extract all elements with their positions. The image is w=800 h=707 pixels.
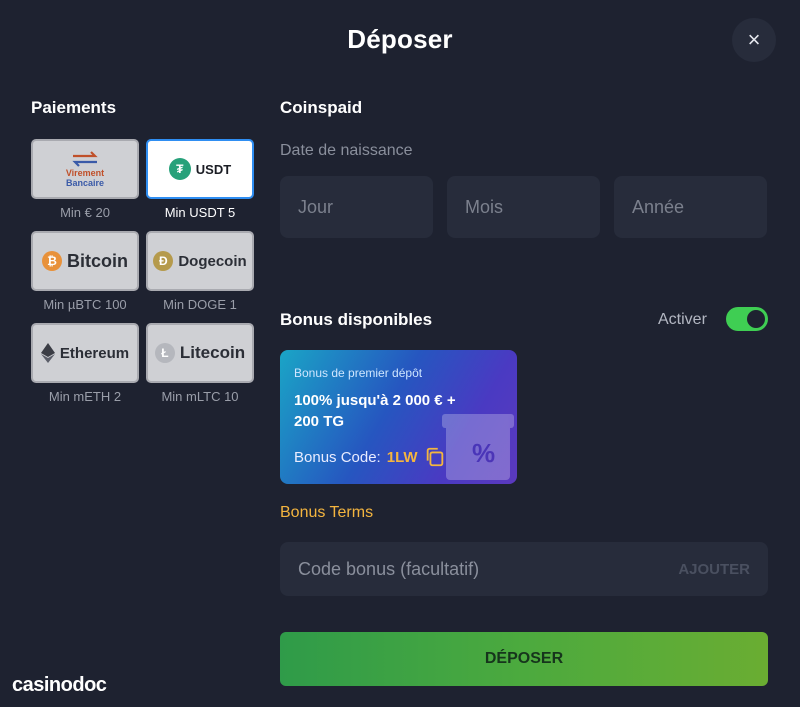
copy-icon[interactable] xyxy=(424,446,446,468)
transfer-arrows-icon xyxy=(72,151,98,167)
payment-tile-litecoin[interactable]: Ł Litecoin xyxy=(146,323,254,383)
payment-tile-usdt[interactable]: ₮ USDT xyxy=(146,139,254,199)
virement-label-bottom: Bancaire xyxy=(65,178,104,188)
deposit-button[interactable]: DÉPOSER xyxy=(280,632,768,686)
payment-min-litecoin: Min mLTC 10 xyxy=(161,389,239,404)
tether-icon: ₮ xyxy=(168,158,191,180)
bonus-code-placeholder: Code bonus (facultatif) xyxy=(298,559,480,579)
payments-title: Paiements xyxy=(31,98,117,117)
dob-day-field[interactable]: Jour xyxy=(280,176,433,238)
bonus-code-row: Bonus Code: 1LW xyxy=(294,446,446,468)
payment-min-virement: Min € 20 xyxy=(60,205,110,220)
bitcoin-label: Bitcoin xyxy=(67,250,128,271)
payment-tile-dogecoin[interactable]: Ð Dogecoin xyxy=(146,231,254,291)
litecoin-icon: Ł xyxy=(154,343,175,363)
modal-title: Déposer xyxy=(347,24,453,54)
virement-logo: Virement Bancaire xyxy=(66,150,104,188)
payment-min-usdt: Min USDT 5 xyxy=(164,205,236,220)
bonus-code-label: Bonus Code: xyxy=(294,448,381,466)
bitcoin-icon: ₿ xyxy=(42,251,62,271)
bonus-code-value: 1LW xyxy=(386,448,418,466)
add-code-button[interactable]: AJOUTER xyxy=(678,561,750,578)
litecoin-label: Litecoin xyxy=(179,343,246,362)
svg-text:%: % xyxy=(472,438,495,468)
bonus-card[interactable]: % Bonus de premier dépôt 100% jusqu'à 2 … xyxy=(280,350,517,484)
deposit-button-label: DÉPOSER xyxy=(484,650,564,667)
dogecoin-label: Dogecoin xyxy=(178,252,247,270)
usdt-label: USDT xyxy=(195,161,232,177)
dob-month-placeholder: Mois xyxy=(465,196,504,217)
bonus-offer: 100% jusqu'à 2 000 € + 200 TG xyxy=(294,392,456,430)
payment-tile-virement[interactable]: Virement Bancaire xyxy=(31,139,139,199)
ethereum-label: Ethereum xyxy=(59,344,130,362)
payment-tile-bitcoin[interactable]: ₿ Bitcoin xyxy=(31,231,139,291)
dob-day-placeholder: Jour xyxy=(298,196,334,217)
bonus-code-input[interactable]: Code bonus (facultatif) AJOUTER xyxy=(280,542,768,596)
dob-month-field[interactable]: Mois xyxy=(447,176,600,238)
bonus-title: Bonus disponibles xyxy=(280,310,433,329)
payment-tile-ethereum[interactable]: Ethereum xyxy=(31,323,139,383)
provider-title: Coinspaid xyxy=(280,98,363,117)
virement-label-top: Virement xyxy=(65,168,105,178)
casinodoc-logo: casinodoc xyxy=(12,674,107,696)
toggle-label: Activer xyxy=(658,311,707,328)
bonus-toggle[interactable] xyxy=(726,307,768,331)
payment-min-bitcoin: Min µBTC 100 xyxy=(43,297,127,312)
ethereum-icon xyxy=(40,343,55,363)
bonus-subtitle: Bonus de premier dépôt xyxy=(294,366,423,380)
toggle-knob xyxy=(747,310,765,328)
payment-min-dogecoin: Min DOGE 1 xyxy=(163,297,237,312)
dob-label: Date de naissance xyxy=(280,142,413,159)
close-icon: × xyxy=(747,27,761,52)
payment-min-ethereum: Min mETH 2 xyxy=(48,389,122,404)
bonus-terms-link[interactable]: Bonus Terms xyxy=(280,504,373,522)
close-button[interactable]: × xyxy=(732,18,776,62)
dob-year-placeholder: Année xyxy=(632,196,685,217)
dob-year-field[interactable]: Année xyxy=(614,176,767,238)
dogecoin-icon: Ð xyxy=(153,251,174,271)
